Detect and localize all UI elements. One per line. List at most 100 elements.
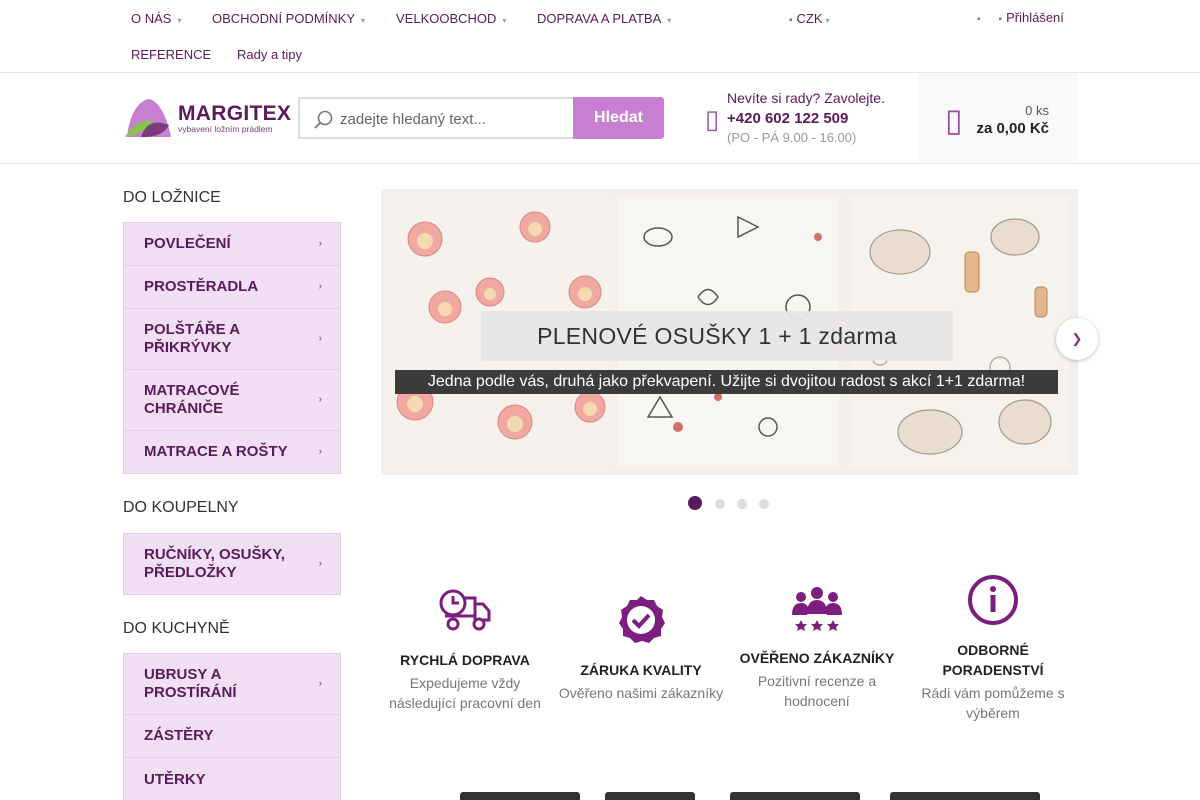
benefit-title: ZÁRUKA KVALITY [580,662,702,678]
category-label: RUČNÍKY, OSUŠKY, PŘEDLOŽKY [144,546,285,581]
category-item-prosteradla[interactable]: PROSTĚRADLA › [124,266,340,309]
category-label: MATRACE A ROŠTY [144,443,288,460]
search-toggle-icon[interactable]: ▪ [977,14,981,25]
category-label: ZÁSTĚRY [144,727,214,744]
benefit-title: OVĚŘENO ZÁKAZNÍKY [739,650,895,666]
benefit-delivery: RYCHLÁ DOPRAVA Expedujeme vždy následují… [380,588,550,713]
promo-banner[interactable]: PLENOVÉ OSUŠKY 1 + 1 zdarma Jedna podle … [381,189,1078,475]
benefit-customers: OVĚŘENO ZÁKAZNÍKY Pozitivní recenze a ho… [732,586,902,711]
caret-down-icon: ▾ [361,16,366,25]
banner-subline: Jedna podle vás, druhá jako překvapení. … [427,373,1026,390]
search-icon [314,110,333,129]
logo-tagline: vybavení ložním prádlem [178,124,273,134]
search-form: Hledat [298,97,664,139]
benefit-title: ODBORNÉ PORADENSTVÍ [942,642,1044,678]
slider-next-button[interactable]: ❯ [1056,318,1098,360]
benefit-desc: Pozitivní recenze a hodnocení [757,673,877,709]
slider-dot-1[interactable] [688,496,702,510]
nav-item-label: OBCHODNÍ PODMÍNKY [212,11,356,26]
category-item-ubrusy[interactable]: UBRUSY A PROSTÍRÁNÍ › [124,654,340,715]
caret-down-icon: ▾ [177,16,182,25]
section-heading-cut-off [430,792,1080,800]
chevron-right-icon: ❯ [1071,331,1083,346]
search-input[interactable] [340,109,570,129]
benefit-advice: ODBORNÉ PORADENSTVÍ Rádi vám pomůžeme s … [908,574,1078,723]
quality-badge-icon [619,596,665,643]
search-button[interactable]: Hledat [573,97,664,139]
category-label: MATRACOVÉ CHRÁNIČE [144,382,240,417]
chevron-right-icon: › [318,281,322,292]
chevron-right-icon: › [318,446,322,457]
slider-dot-3[interactable] [737,499,747,509]
category-item-polstare[interactable]: POLŠTÁŘE A PŘIKRÝVKY › [124,309,340,370]
category-label: PROSTĚRADLA [144,278,259,295]
chevron-right-icon: › [318,394,322,405]
nav-item-label: Rady a tipy [237,47,303,62]
benefit-quality: ZÁRUKA KVALITY Ověřeno našimi zákazníky [556,594,726,703]
category-title-kuchyne: DO KUCHYNĚ [123,620,230,637]
nav-item-label: DOPRAVA A PLATBA [537,11,662,26]
info-circle-icon [968,575,1018,625]
nav-item-velkoobchod[interactable]: VELKOOBCHOD ▾ [396,11,506,26]
benefit-desc: Ověřeno našimi zákazníky [558,685,724,701]
login-link[interactable]: ▪ ▪ Přihlášení [977,10,1064,25]
chevron-right-icon: › [318,333,322,344]
caret-down-icon: ▾ [667,16,672,25]
top-navigation-bar: O NÁS ▾ OBCHODNÍ PODMÍNKY ▾ VELKOOBCHOD ▾ D… [0,0,1200,73]
category-item-matracove-chranice[interactable]: MATRACOVÉ CHRÁNIČE › [124,370,340,431]
cart-total: za 0,00 Kč [976,120,1049,137]
chevron-right-icon: › [318,558,322,569]
category-label: UTĚRKY [144,770,206,788]
site-logo[interactable]: MARGITEX vybavení ložním prádlem [123,97,291,140]
category-label: POVLEČENÍ [144,235,231,252]
category-label: POLŠTÁŘE A PŘIKRÝVKY [144,321,240,356]
contact-hours: (PO - PÁ 9.00 - 16.00) [727,130,857,145]
login-label: Přihlášení [1006,10,1064,25]
category-list-koupelna: RUČNÍKY, OSUŠKY, PŘEDLOŽKY › [123,533,341,595]
benefit-desc: Expedujeme vždy následující pracovní den [389,675,541,711]
cart-widget[interactable]: ▯ 0 ks za 0,00 Kč [918,73,1078,163]
nav-item-label: REFERENCE [131,47,212,62]
nav-item-o-nas[interactable]: O NÁS ▾ [131,11,181,26]
category-list-kuchyne: UBRUSY A PROSTÍRÁNÍ › ZÁSTĚRY UTĚRKY [123,653,341,800]
nav-item-label: O NÁS [131,11,172,26]
header-divider [0,163,1200,164]
nav-item-obchodni-podminky[interactable]: OBCHODNÍ PODMÍNKY ▾ [212,11,365,26]
category-list-loznice: POVLEČENÍ › PROSTĚRADLA › POLŠTÁŘE A PŘIKR… [123,222,341,474]
chevron-right-icon: › [318,678,322,689]
logo-name: MARGITEX [178,102,292,125]
benefit-desc: Rádi vám pomůžeme s výběrem [921,685,1065,721]
logo-mark-icon [125,99,171,138]
chevron-right-icon: › [318,238,322,249]
currency-selector[interactable]: ▪ CZK ▾ [789,11,830,26]
contact-question: Nevíte si rady? Zavolejte. [727,90,885,106]
nav-item-reference[interactable]: REFERENCE [131,47,211,62]
contact-phone[interactable]: +420 602 122 509 [727,110,848,127]
caret-down-icon: ▾ [825,16,830,25]
cart-icon: ▯ [945,102,963,138]
slider-dot-2[interactable] [715,499,725,509]
cart-count: 0 ks [1025,103,1049,118]
contact-info: ▯ Nevíte si rady? Zavolejte. +420 602 12… [705,90,905,150]
category-label: UBRUSY A PROSTÍRÁNÍ [144,666,237,701]
category-item-uterky[interactable]: UTĚRKY [124,758,340,800]
category-item-povleceni[interactable]: POVLEČENÍ › [124,223,340,266]
category-item-zastery[interactable]: ZÁSTĚRY [124,715,340,758]
search-box [298,97,574,139]
nav-item-rady-a-tipy[interactable]: Rady a tipy [237,47,302,62]
banner-headline: PLENOVÉ OSUŠKY 1 + 1 zdarma [537,323,897,349]
category-item-rucniky[interactable]: RUČNÍKY, OSUŠKY, PŘEDLOŽKY › [124,534,340,594]
nav-item-doprava-a-platba[interactable]: DOPRAVA A PLATBA ▾ [537,11,671,26]
phone-icon: ▯ [705,104,720,134]
delivery-truck-icon [439,589,491,631]
slider-dot-4[interactable] [759,499,769,509]
customers-stars-icon [792,587,842,631]
category-item-matrace[interactable]: MATRACE A ROŠTY › [124,431,340,473]
currency-icon: ▪ [789,15,793,26]
caret-down-icon: ▾ [502,16,507,25]
benefit-title: RYCHLÁ DOPRAVA [400,652,530,668]
user-icon: ▪ [998,14,1003,25]
category-title-loznice: DO LOŽNICE [123,189,221,206]
category-title-koupelna: DO KOUPELNY [123,499,239,516]
currency-label: CZK [796,11,823,26]
